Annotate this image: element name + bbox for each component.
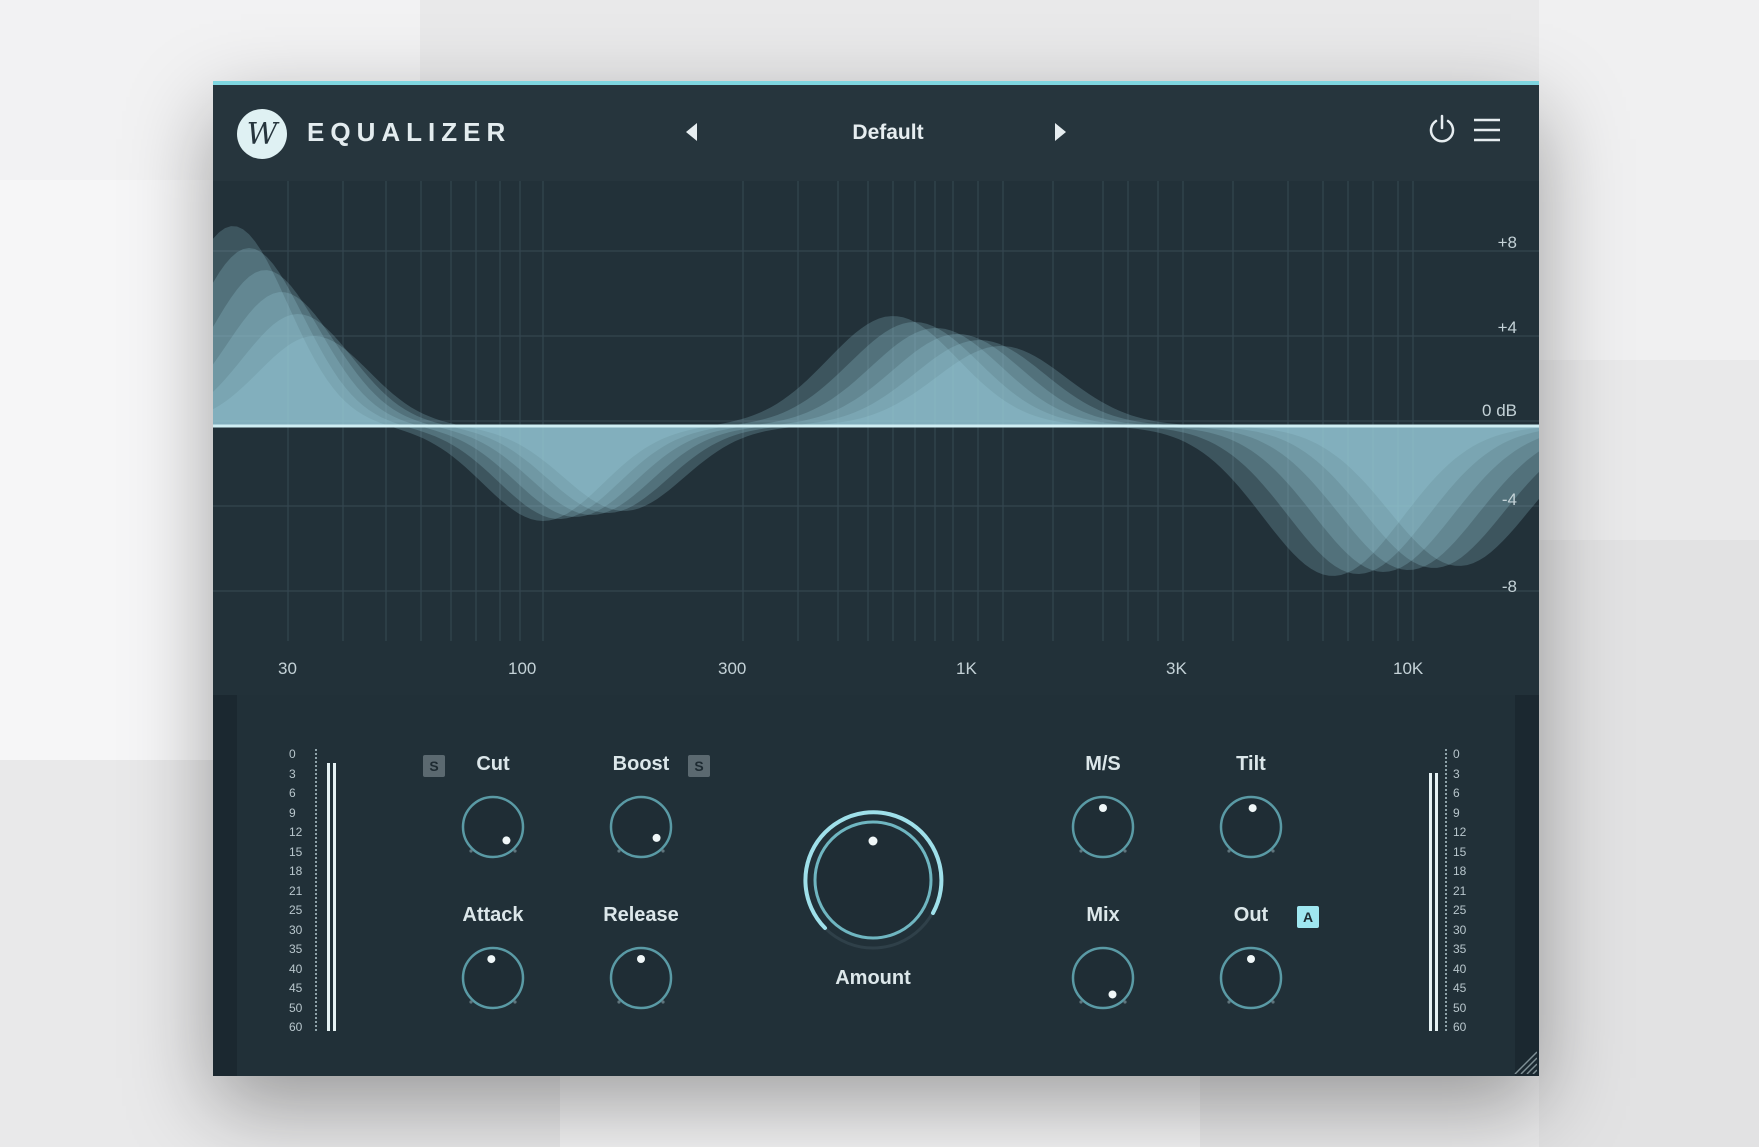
meter-tick-label: 50 [1453,1000,1467,1015]
next-preset-button[interactable] [1055,123,1066,141]
freq-label: 30 [278,659,297,678]
meter-tick-label: 45 [289,981,303,995]
db-label: -4 [1501,490,1517,509]
meter-tick-label: 25 [1453,903,1467,917]
meter-bar [333,763,336,1031]
ms-label: M/S [1085,753,1121,775]
meter-tick-label: 60 [289,1020,303,1034]
ms-knob[interactable] [1063,787,1143,867]
amount-label: Amount [835,967,911,989]
meter-bar [1435,773,1438,1031]
tilt-knob[interactable] [1211,787,1291,867]
freq-label: 10K [1393,659,1424,678]
attack-knob[interactable] [453,938,533,1018]
meter-tick-label: 18 [1453,864,1467,878]
amount-knob[interactable] [798,805,948,955]
meter-tick-label: 3 [1453,766,1460,781]
meter-tick-label: 60 [1453,1020,1467,1034]
freq-label: 1K [956,659,977,678]
preset-name[interactable]: Default [773,121,1003,145]
meter-tick-label: 21 [1453,883,1467,898]
eq-graph[interactable]: +8 +4 0 dB -4 -8 30 100 300 1K 3K 10K [213,181,1539,695]
previous-preset-button[interactable] [686,123,697,141]
cut-label: Cut [476,753,510,775]
output-level-meter: 0 3 6 9 12 15 18 21 25 30 35 40 45 50 60 [1419,747,1479,1039]
boost-solo-badge[interactable]: S [688,755,710,777]
background-tile [560,1076,1200,1147]
cut-knob[interactable] [453,787,533,867]
freq-label: 3K [1166,659,1187,678]
db-label: 0 dB [1482,401,1517,420]
meter-tick-label: 40 [289,961,303,976]
background-tile [1539,0,1759,360]
release-knob[interactable] [601,938,681,1018]
meter-tick-label: 25 [289,903,303,917]
attack-label: Attack [462,904,524,926]
meter-tick-label: 12 [1453,825,1467,839]
meter-tick-label: 15 [1453,844,1467,859]
meter-tick-label: 18 [289,864,303,878]
freq-label: 300 [718,659,747,678]
background-tile [1539,540,1759,1147]
meter-tick-label: 30 [1453,922,1467,937]
logo-letter: W [246,116,278,152]
meter-tick-label: 6 [289,786,296,800]
eq-graph-canvas [213,181,1539,641]
hamburger-menu-icon[interactable] [1472,117,1502,143]
release-label: Release [603,904,679,926]
logo-icon: W [237,109,287,159]
meter-tick-label: 35 [1453,942,1467,956]
meter-tick-label: 40 [1453,961,1467,976]
input-level-meter: 0 3 6 9 12 15 18 21 25 30 35 40 45 50 60 [283,747,343,1039]
meter-tick-label: 9 [1453,805,1460,820]
meter-tick-label: 50 [289,1000,303,1015]
meter-tick-label: 6 [1453,786,1460,800]
db-label: +4 [1497,318,1517,337]
meter-tick-label: 15 [289,844,303,859]
meter-tick-label: 30 [289,922,303,937]
meter-tick-label: 12 [289,825,303,839]
freq-label: 100 [508,659,537,678]
out-knob[interactable] [1211,938,1291,1018]
meter-tick-label: 3 [289,766,296,781]
controls-panel: 0 3 6 9 12 15 18 21 25 30 35 40 45 50 60 0 3 6 9 12 15 18 21 2… [213,695,1539,1076]
boost-knob[interactable] [601,787,681,867]
mix-knob[interactable] [1063,938,1143,1018]
meter-bar [1429,773,1432,1031]
meter-tick-label: 9 [289,805,296,820]
meter-scale [1445,749,1449,1031]
mix-label: Mix [1086,904,1120,926]
tilt-label: Tilt [1236,753,1266,775]
resize-grip-icon[interactable] [1511,1048,1537,1074]
db-label: +8 [1497,233,1517,252]
equalizer-plugin-window: W EQUALIZER Default +8 +4 0 dB -4 -8 30 … [213,81,1539,1076]
meter-tick-label: 45 [1453,981,1467,995]
meter-tick-label: 35 [289,942,303,956]
header: W EQUALIZER Default [213,85,1539,181]
power-icon[interactable] [1426,113,1458,145]
meter-bar [327,763,330,1031]
meter-tick-label: 0 [1453,747,1460,761]
meter-scale [315,749,319,1031]
background-tile [0,180,213,760]
app-title: EQUALIZER [307,117,512,147]
db-label: -8 [1501,577,1517,596]
meter-tick-label: 21 [289,883,303,898]
out-auto-badge[interactable]: A [1297,906,1319,928]
meter-tick-label: 0 [289,747,296,761]
